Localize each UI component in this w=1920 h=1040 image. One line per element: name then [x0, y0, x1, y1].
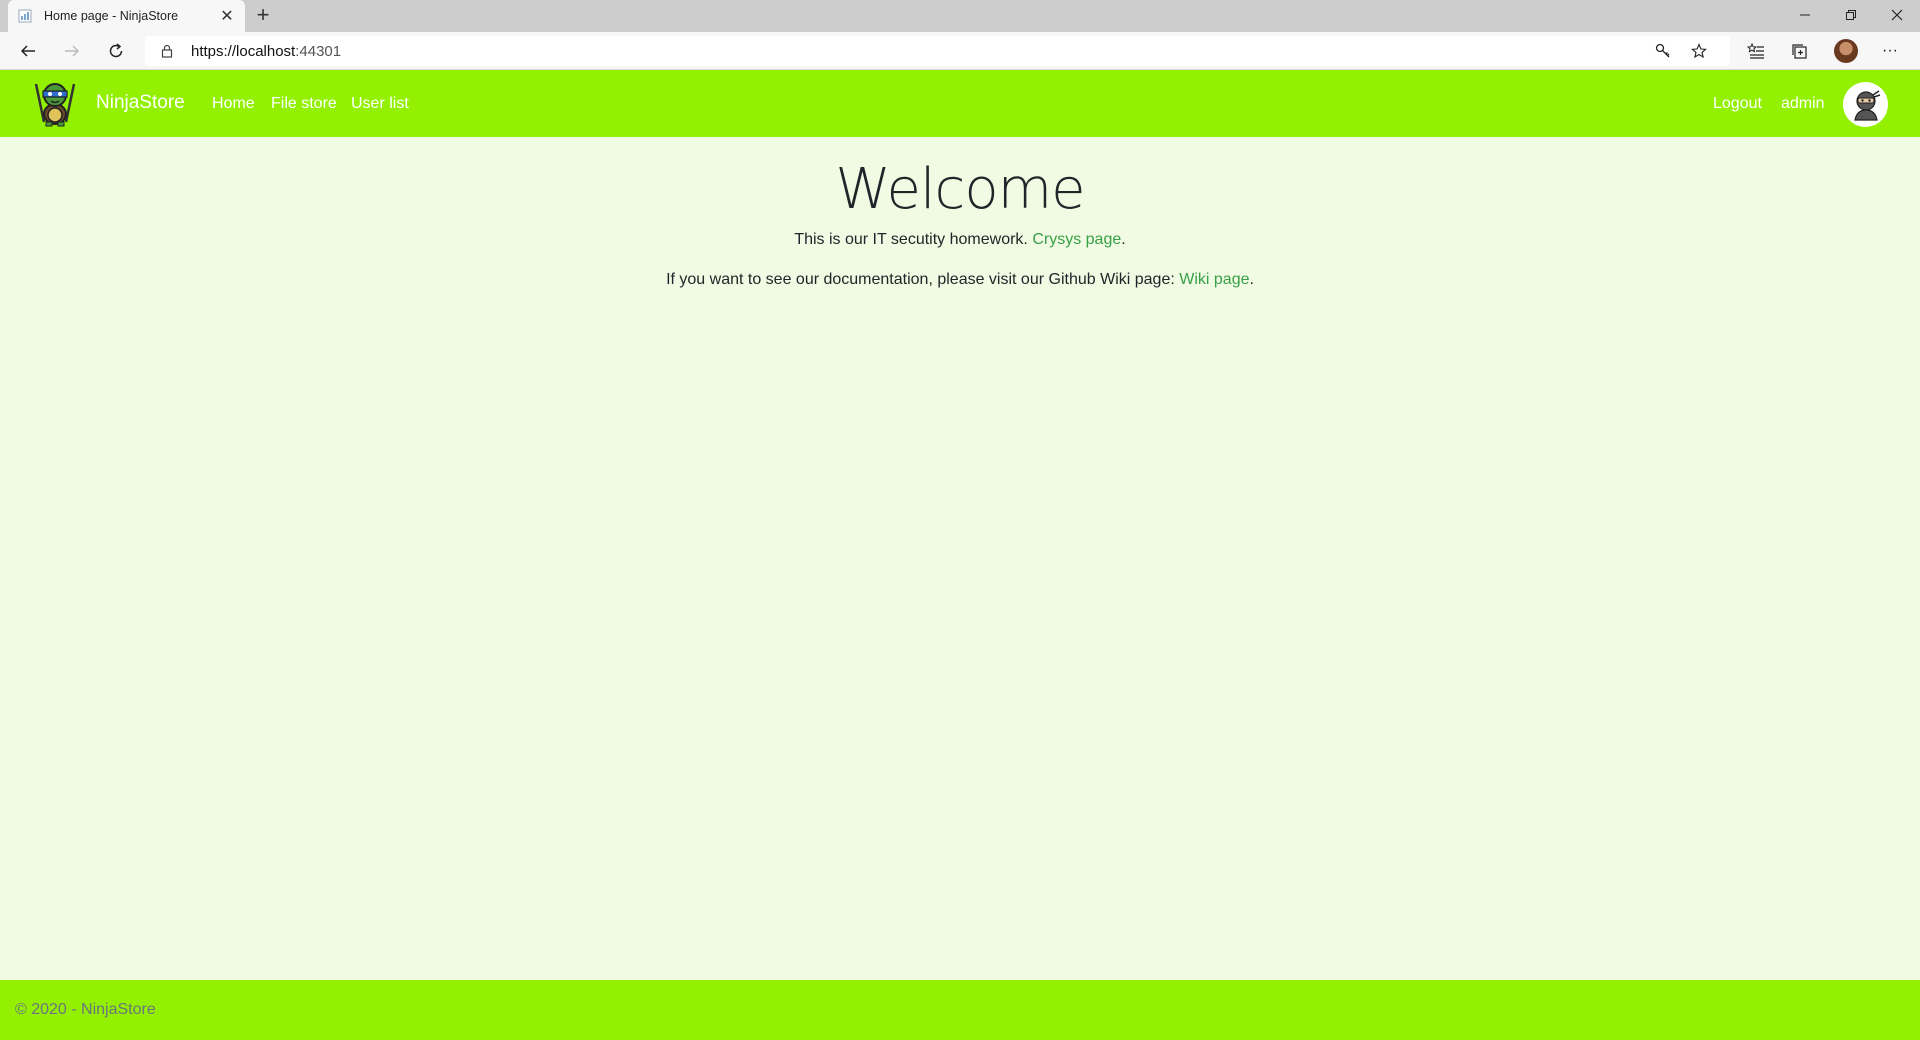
page-favicon-icon: [18, 9, 32, 23]
browser-tab[interactable]: Home page - NinjaStore ✕: [8, 0, 245, 32]
ninja-turtle-logo-icon[interactable]: [30, 78, 80, 128]
url-host: https://localhost: [191, 42, 296, 60]
intro-period: .: [1121, 231, 1126, 248]
intro-paragraph: This is our IT secutity homework. Crysys…: [0, 231, 1920, 249]
browser-toolbar: https://localhost:44301 ···: [0, 32, 1920, 70]
docs-period: .: [1249, 271, 1254, 288]
nav-user-list-link[interactable]: User list: [351, 95, 409, 113]
nav-home-link[interactable]: Home: [212, 95, 255, 113]
tab-close-icon[interactable]: ✕: [219, 6, 235, 26]
browser-profile-avatar[interactable]: [1834, 39, 1858, 63]
nav-file-store-link[interactable]: File store: [271, 95, 337, 113]
url-text: https://localhost:44301: [191, 43, 341, 60]
address-bar[interactable]: https://localhost:44301: [145, 36, 1730, 66]
key-icon[interactable]: [1653, 41, 1673, 61]
brand-link[interactable]: NinjaStore: [96, 92, 185, 114]
favorite-star-icon[interactable]: [1689, 41, 1709, 61]
docs-text: If you want to see our documentation, pl…: [666, 271, 1180, 288]
collections-icon[interactable]: [1786, 37, 1814, 65]
url-port: :44301: [295, 42, 342, 60]
new-tab-button[interactable]: +: [251, 4, 275, 28]
lock-icon[interactable]: [159, 43, 175, 59]
docs-paragraph: If you want to see our documentation, pl…: [0, 271, 1920, 289]
ninja-avatar-icon[interactable]: [1843, 82, 1888, 127]
favorites-list-icon[interactable]: [1742, 37, 1770, 65]
browser-tab-bar: Home page - NinjaStore ✕ +: [0, 0, 1920, 32]
username-link[interactable]: admin: [1781, 95, 1825, 113]
refresh-icon[interactable]: [102, 37, 130, 65]
restore-icon[interactable]: [1828, 0, 1874, 30]
forward-icon[interactable]: [58, 37, 86, 65]
wiki-page-link[interactable]: Wiki page: [1179, 271, 1249, 288]
crysys-page-link[interactable]: Crysys page: [1032, 231, 1121, 248]
copyright-text: © 2020 - NinjaStore: [15, 1001, 156, 1018]
back-icon[interactable]: [14, 37, 42, 65]
minimize-icon[interactable]: [1782, 0, 1828, 30]
logout-link[interactable]: Logout: [1713, 95, 1762, 113]
site-footer: © 2020 - NinjaStore: [0, 980, 1920, 1040]
tab-title: Home page - NinjaStore: [44, 9, 179, 23]
page-title: Welcome: [835, 157, 1085, 222]
site-navbar: NinjaStore Home File store User list Log…: [0, 70, 1920, 137]
intro-text: This is our IT secutity homework.: [794, 231, 1033, 248]
window-close-icon[interactable]: [1874, 0, 1920, 30]
main-content: Welcome This is our IT secutity homework…: [0, 137, 1920, 980]
settings-more-icon[interactable]: ···: [1876, 37, 1904, 65]
